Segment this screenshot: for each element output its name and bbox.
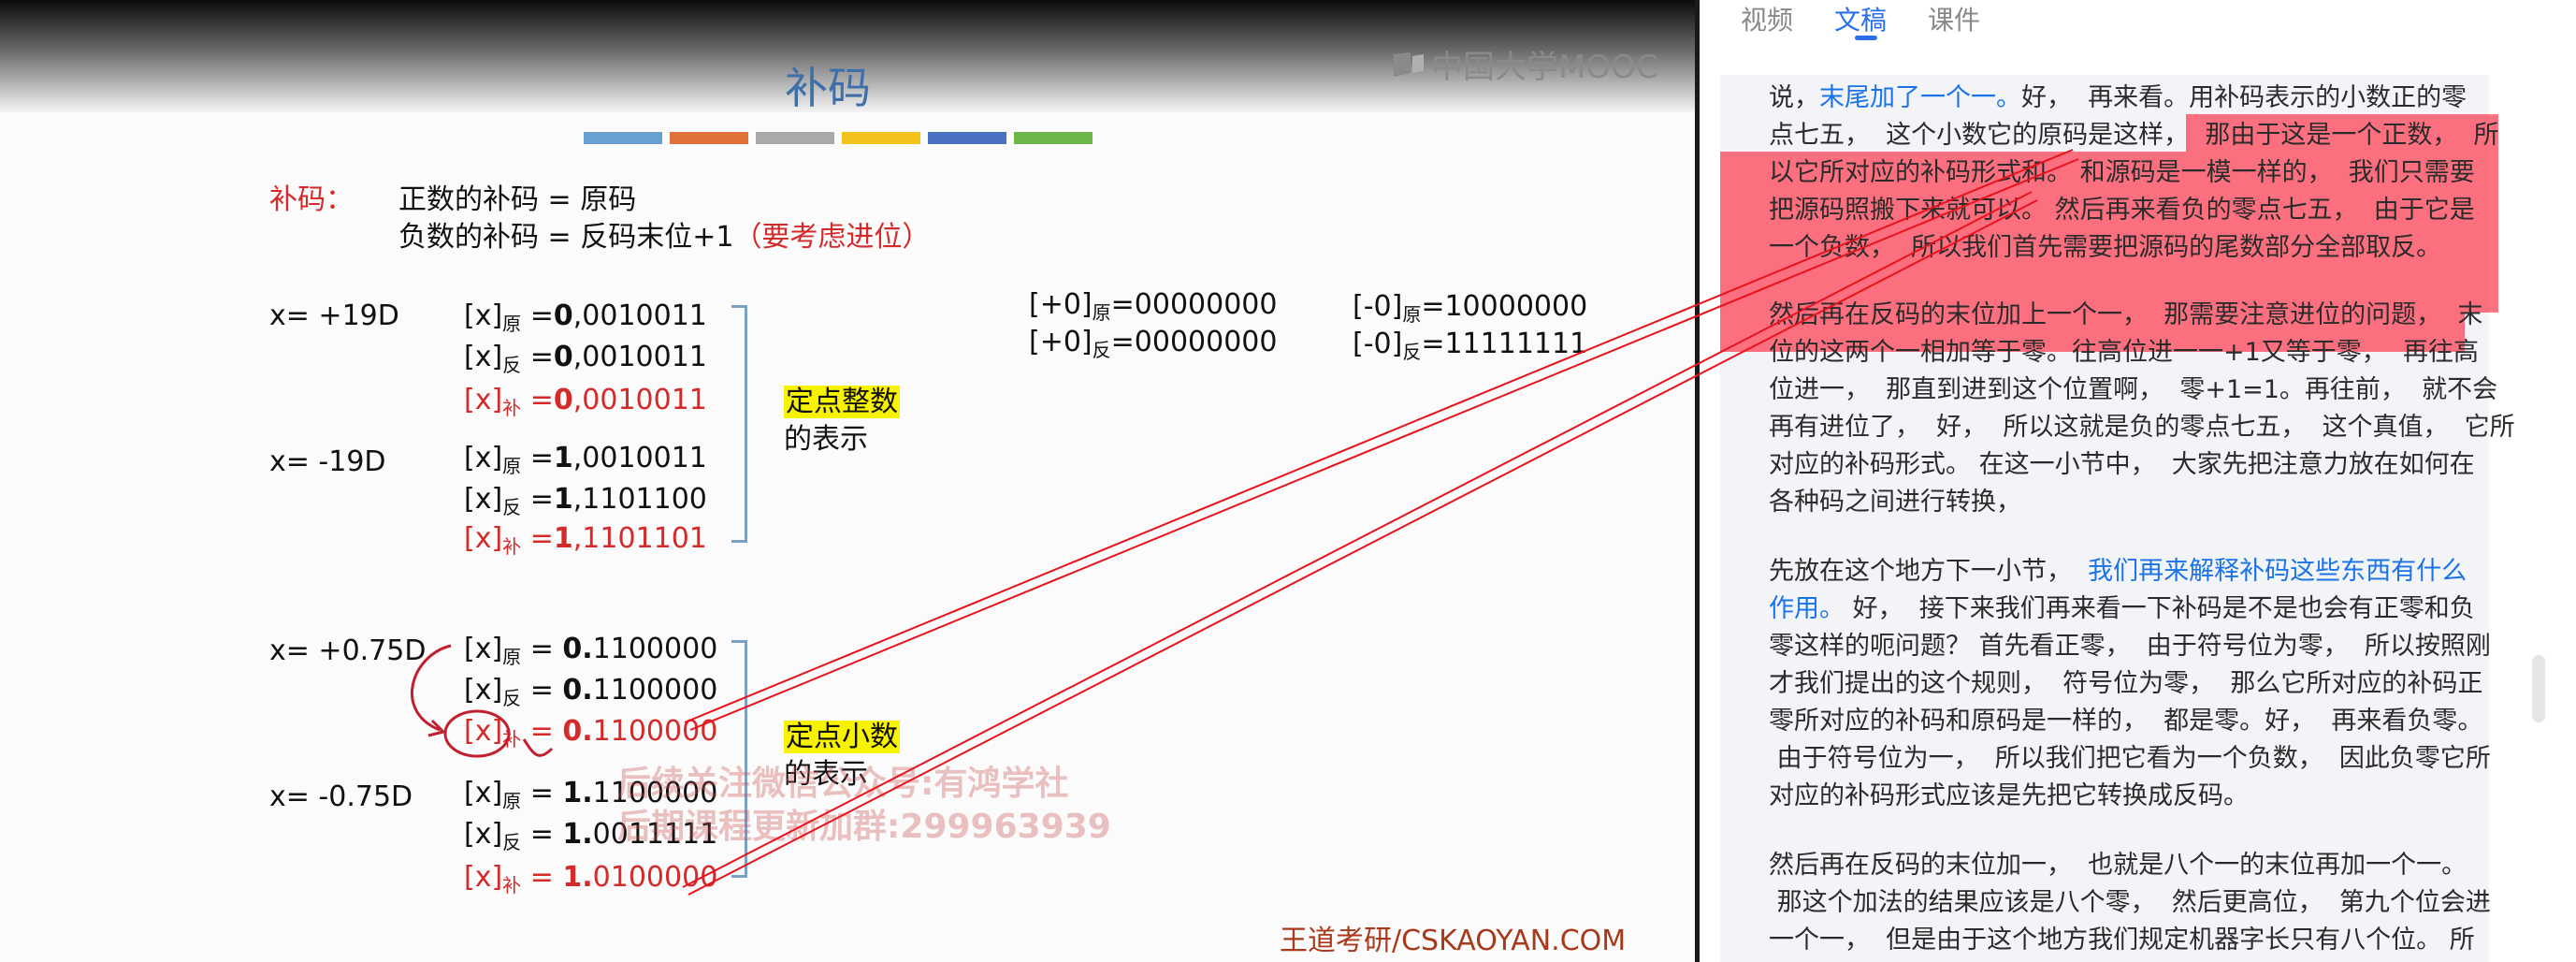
annotation-connectors	[682, 149, 2079, 896]
